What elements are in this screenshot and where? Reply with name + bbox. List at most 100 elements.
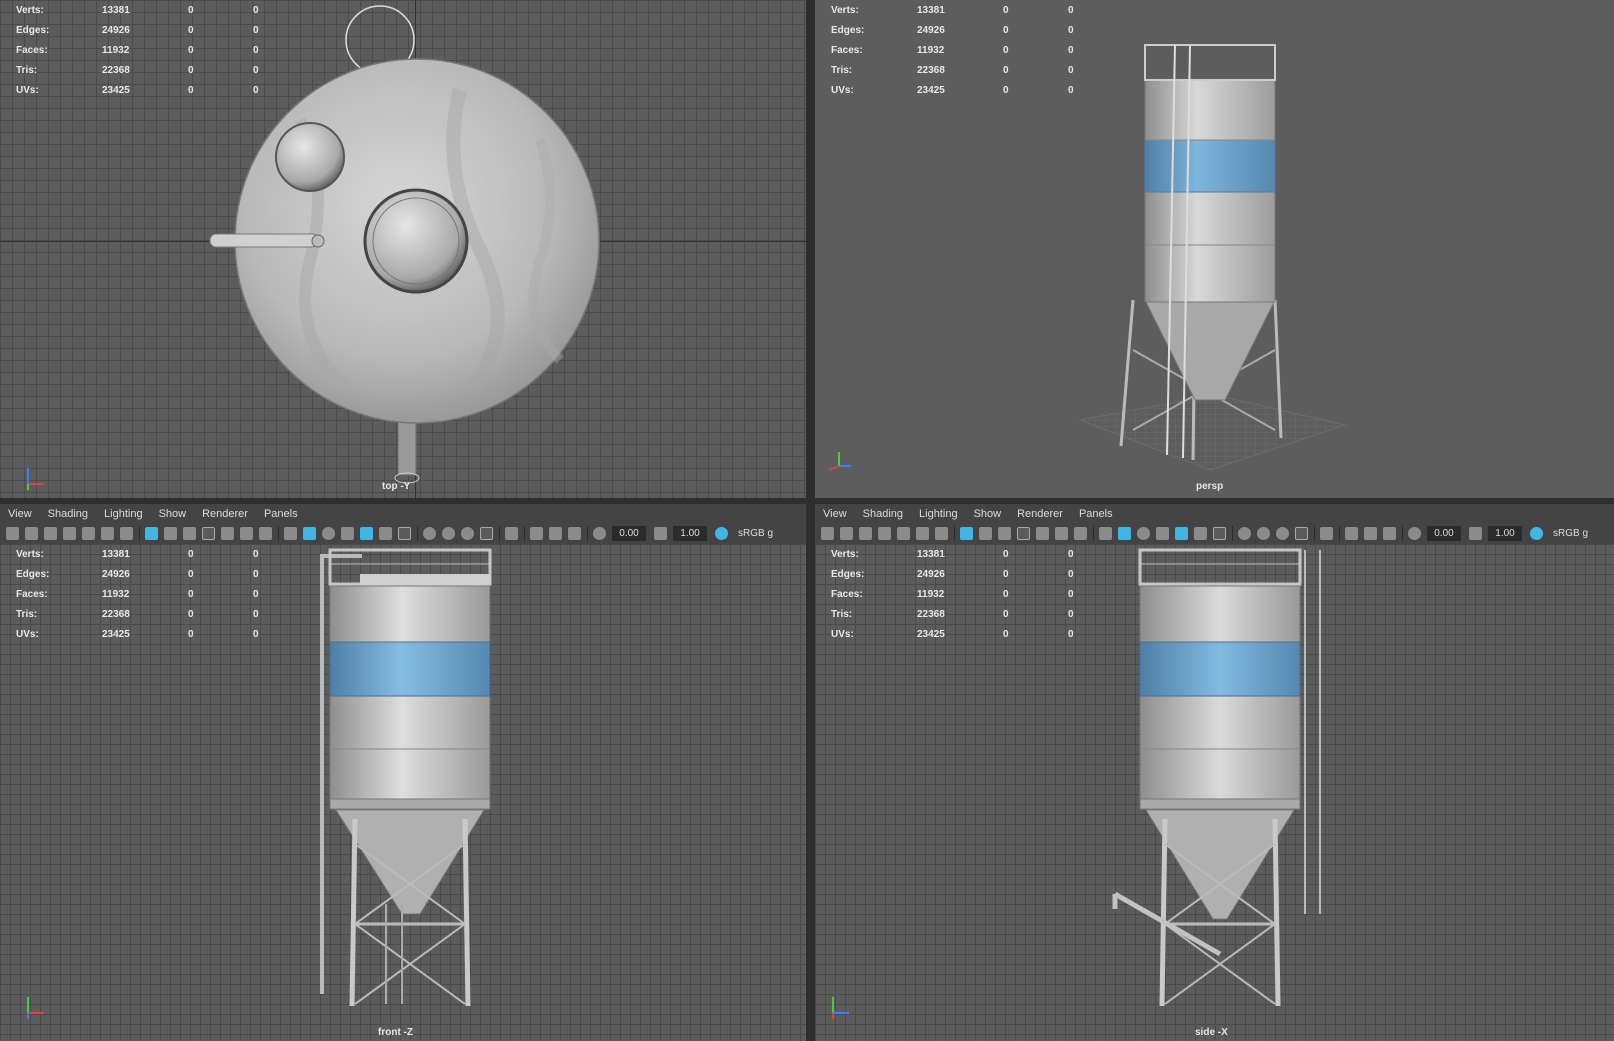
- gamma-icon[interactable]: [654, 527, 667, 540]
- toolbar-separator: [587, 526, 588, 541]
- gamma-icon[interactable]: [1469, 527, 1482, 540]
- image-plane-icon[interactable]: [897, 527, 910, 540]
- menu-panels[interactable]: Panels: [1079, 508, 1113, 520]
- default-material-icon[interactable]: [322, 527, 335, 540]
- shadows-icon[interactable]: [1213, 527, 1226, 540]
- grease-pencil-icon[interactable]: [120, 527, 133, 540]
- camera-lock-icon[interactable]: [840, 527, 853, 540]
- menu-lighting[interactable]: Lighting: [104, 508, 143, 520]
- depth-of-field-icon[interactable]: [1295, 527, 1308, 540]
- panel-top-view[interactable]: top -Y Verts: 13381 0 0 Edges: 24926 0 0 Faces…: [0, 0, 806, 498]
- poly-count-hud-top: Verts: 13381 0 0 Edges: 24926 0 0 Faces: 11932 0…: [16, 0, 259, 100]
- 2d-pan-zoom-icon[interactable]: [101, 527, 114, 540]
- wireframe-icon[interactable]: [284, 527, 297, 540]
- safe-title-icon[interactable]: [259, 527, 272, 540]
- toolbar-separator: [1339, 526, 1340, 541]
- axis-gizmo-icon: [828, 452, 851, 471]
- wireframe-icon[interactable]: [1099, 527, 1112, 540]
- view-transform-label[interactable]: sRGB g: [738, 528, 773, 539]
- gamma-field[interactable]: 1.00: [1488, 526, 1522, 541]
- hud-row: Verts: 13381 0 0: [831, 548, 1074, 560]
- screen-space-ao-icon[interactable]: [423, 527, 436, 540]
- hud-row: Edges: 24926 0 0: [831, 568, 1074, 580]
- field-chart-icon[interactable]: [221, 527, 234, 540]
- exposure-icon[interactable]: [593, 527, 606, 540]
- shadows-icon[interactable]: [398, 527, 411, 540]
- isolate-select-icon[interactable]: [505, 527, 518, 540]
- panel-toolbar: 0.00 1.00 sRGB g: [0, 523, 806, 544]
- menu-view[interactable]: View: [8, 508, 32, 520]
- panel-persp-view[interactable]: persp Verts: 13381 0 0 Edges: 24926 0 0 Faces:…: [815, 0, 1614, 498]
- panel-splitter-vertical[interactable]: [806, 0, 815, 1041]
- grease-pencil-icon[interactable]: [935, 527, 948, 540]
- xray-active-icon[interactable]: [549, 527, 562, 540]
- use-all-lights-icon[interactable]: [379, 527, 392, 540]
- menu-shading[interactable]: Shading: [863, 508, 903, 520]
- default-material-icon[interactable]: [1137, 527, 1150, 540]
- menu-panels[interactable]: Panels: [264, 508, 298, 520]
- panel-front-view[interactable]: View Shading Lighting Show Renderer Pane…: [0, 504, 806, 1041]
- color-management-icon[interactable]: [1530, 527, 1543, 540]
- hud-row: Faces: 11932 0 0: [16, 588, 259, 600]
- anti-aliasing-icon[interactable]: [1276, 527, 1289, 540]
- image-plane-icon[interactable]: [82, 527, 95, 540]
- wireframe-on-shaded-icon[interactable]: [1156, 527, 1169, 540]
- menu-renderer[interactable]: Renderer: [202, 508, 248, 520]
- wireframe-on-shaded-icon[interactable]: [341, 527, 354, 540]
- camera-attributes-icon[interactable]: [44, 527, 57, 540]
- camera-select-icon[interactable]: [821, 527, 834, 540]
- view-transform-label[interactable]: sRGB g: [1553, 528, 1588, 539]
- menu-lighting[interactable]: Lighting: [919, 508, 958, 520]
- grid-icon[interactable]: [145, 527, 158, 540]
- gamma-field[interactable]: 1.00: [673, 526, 707, 541]
- bookmark-icon[interactable]: [63, 527, 76, 540]
- film-gate-icon[interactable]: [979, 527, 992, 540]
- depth-of-field-icon[interactable]: [480, 527, 493, 540]
- exposure-field[interactable]: 0.00: [612, 526, 646, 541]
- menu-show[interactable]: Show: [974, 508, 1002, 520]
- textured-icon[interactable]: [360, 527, 373, 540]
- menu-show[interactable]: Show: [159, 508, 187, 520]
- exposure-field[interactable]: 0.00: [1427, 526, 1461, 541]
- hud-row: Edges: 24926 0 0: [831, 24, 1074, 36]
- xray-icon[interactable]: [1345, 527, 1358, 540]
- resolution-gate-icon[interactable]: [998, 527, 1011, 540]
- xray-joints-icon[interactable]: [1383, 527, 1396, 540]
- panel-side-view[interactable]: View Shading Lighting Show Renderer Pane…: [815, 504, 1614, 1041]
- hud-row: Tris: 22368 0 0: [831, 64, 1074, 76]
- gate-mask-icon[interactable]: [202, 527, 215, 540]
- anti-aliasing-icon[interactable]: [461, 527, 474, 540]
- motion-blur-icon[interactable]: [442, 527, 455, 540]
- safe-action-icon[interactable]: [1055, 527, 1068, 540]
- safe-title-icon[interactable]: [1074, 527, 1087, 540]
- axis-gizmo-icon: [832, 997, 849, 1019]
- toolbar-separator: [1093, 526, 1094, 541]
- smooth-shade-icon[interactable]: [1118, 527, 1131, 540]
- use-all-lights-icon[interactable]: [1194, 527, 1207, 540]
- color-management-icon[interactable]: [715, 527, 728, 540]
- smooth-shade-icon[interactable]: [303, 527, 316, 540]
- exposure-icon[interactable]: [1408, 527, 1421, 540]
- xray-joints-icon[interactable]: [568, 527, 581, 540]
- gate-mask-icon[interactable]: [1017, 527, 1030, 540]
- menu-view[interactable]: View: [823, 508, 847, 520]
- bookmark-icon[interactable]: [878, 527, 891, 540]
- camera-select-icon[interactable]: [6, 527, 19, 540]
- isolate-select-icon[interactable]: [1320, 527, 1333, 540]
- screen-space-ao-icon[interactable]: [1238, 527, 1251, 540]
- grid-icon[interactable]: [960, 527, 973, 540]
- xray-icon[interactable]: [530, 527, 543, 540]
- film-gate-icon[interactable]: [164, 527, 177, 540]
- safe-action-icon[interactable]: [240, 527, 253, 540]
- 2d-pan-zoom-icon[interactable]: [916, 527, 929, 540]
- xray-active-icon[interactable]: [1364, 527, 1377, 540]
- camera-attributes-icon[interactable]: [859, 527, 872, 540]
- field-chart-icon[interactable]: [1036, 527, 1049, 540]
- camera-lock-icon[interactable]: [25, 527, 38, 540]
- resolution-gate-icon[interactable]: [183, 527, 196, 540]
- motion-blur-icon[interactable]: [1257, 527, 1270, 540]
- menu-shading[interactable]: Shading: [48, 508, 88, 520]
- menu-renderer[interactable]: Renderer: [1017, 508, 1063, 520]
- textured-icon[interactable]: [1175, 527, 1188, 540]
- panel-menu-bar: View Shading Lighting Show Renderer Pane…: [0, 504, 806, 523]
